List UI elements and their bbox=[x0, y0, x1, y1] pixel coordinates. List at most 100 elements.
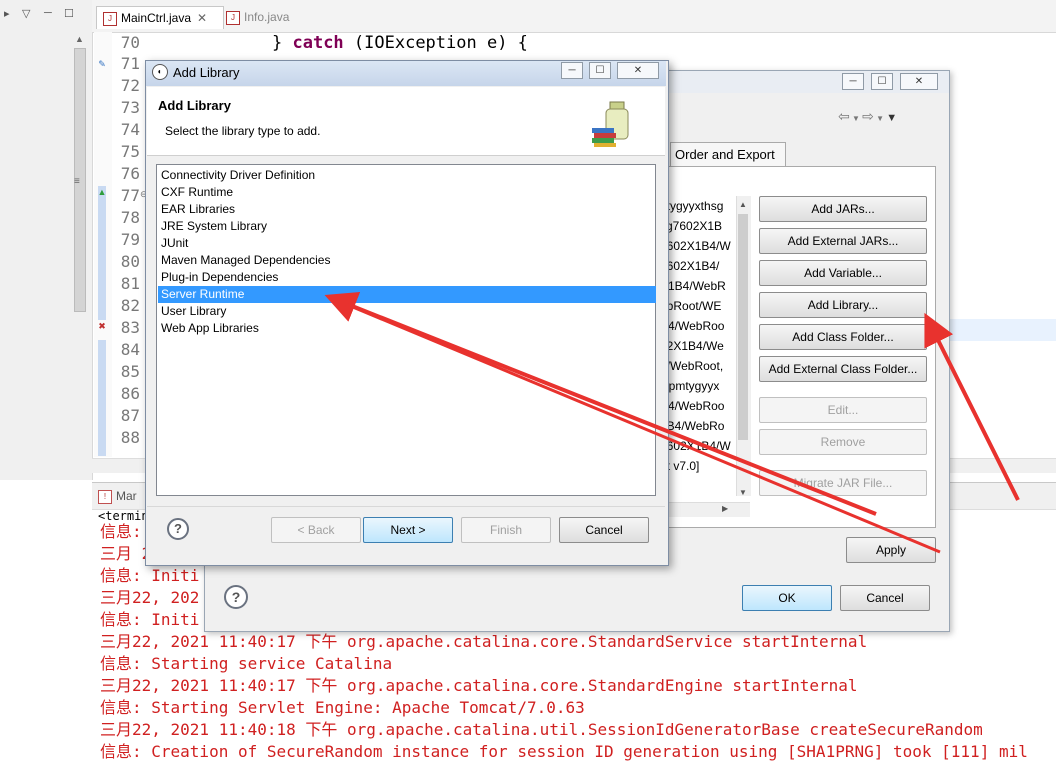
add-class-folder-button[interactable]: Add Class Folder... bbox=[759, 324, 927, 350]
minimize-icon[interactable]: ─ bbox=[44, 7, 52, 19]
list-item[interactable]: ot v7.0] bbox=[660, 456, 738, 476]
list-item[interactable]: jspmtygyyx bbox=[660, 376, 738, 396]
list-item[interactable]: B4/WebRoo bbox=[660, 316, 738, 336]
line-number: 84 bbox=[120, 340, 140, 359]
line-number: 77 bbox=[120, 186, 140, 205]
add-external-jars-button[interactable]: Add External JARs... bbox=[759, 228, 927, 254]
line-number: 76 bbox=[120, 164, 140, 183]
minimize-icon[interactable]: ─ bbox=[842, 73, 864, 90]
line-number: 88 bbox=[120, 428, 140, 447]
line-number: 85 bbox=[120, 362, 140, 381]
tab-label: Mar bbox=[116, 489, 137, 503]
console-line: 信息: Starting Servlet Engine: Apache Tomc… bbox=[100, 698, 585, 717]
list-item[interactable]: X1B4/WebR bbox=[660, 276, 738, 296]
list-item[interactable]: Maven Managed Dependencies bbox=[161, 252, 653, 269]
cancel-button[interactable]: Cancel bbox=[559, 517, 649, 543]
eclipse-icon: ◐ bbox=[152, 64, 168, 80]
tab-markers[interactable]: ! Mar bbox=[98, 487, 137, 505]
dropdown-icon[interactable]: ▼ bbox=[874, 114, 886, 123]
help-icon[interactable]: ? bbox=[224, 585, 248, 609]
console-line: 信息: bbox=[100, 522, 142, 541]
list-item[interactable]: ntygyyxthsg bbox=[660, 196, 738, 216]
list-item[interactable]: 7602X1B4/ bbox=[660, 256, 738, 276]
console-line: 三月22, 2021 11:40:18 下午 org.apache.catali… bbox=[100, 720, 983, 739]
next-button[interactable]: Next > bbox=[363, 517, 453, 543]
line-number: 71 bbox=[120, 54, 140, 73]
list-horizontal-scrollbar[interactable] bbox=[660, 502, 750, 517]
line-number: 75 bbox=[120, 142, 140, 161]
tab-info-java[interactable]: J Info.java bbox=[220, 6, 316, 28]
scroll-up-icon[interactable]: ▲ bbox=[739, 200, 747, 209]
view-menu-icon[interactable]: ▽ bbox=[22, 7, 30, 20]
apply-button[interactable]: Apply bbox=[846, 537, 936, 563]
back-arrow-icon[interactable]: ⇦ bbox=[838, 108, 850, 124]
cancel-button[interactable]: Cancel bbox=[840, 585, 930, 611]
forward-arrow-icon[interactable]: ⇨ bbox=[862, 108, 874, 124]
line-number: 86 bbox=[120, 384, 140, 403]
close-icon[interactable]: ✕ bbox=[197, 11, 207, 25]
add-variable-button[interactable]: Add Variable... bbox=[759, 260, 927, 286]
finish-button[interactable]: Finish bbox=[461, 517, 551, 543]
list-item[interactable]: User Library bbox=[161, 303, 653, 320]
left-view-toolbar: ▸ ▽ ─ ☐ bbox=[0, 0, 92, 30]
list-item[interactable]: ebRoot/WE bbox=[660, 296, 738, 316]
list-item[interactable]: 4/WebRoot, bbox=[660, 356, 738, 376]
dialog-title: Add Library bbox=[173, 65, 240, 80]
list-item[interactable]: JUnit bbox=[161, 235, 653, 252]
help-icon[interactable]: ? bbox=[167, 518, 189, 540]
current-line-highlight bbox=[940, 319, 1056, 341]
console-line: 信息: Starting service Catalina bbox=[100, 654, 393, 673]
minimize-icon[interactable]: ─ bbox=[561, 62, 583, 79]
code-text: } bbox=[272, 33, 293, 53]
scroll-up-icon[interactable]: ▲ bbox=[75, 34, 84, 44]
info-annotation-icon[interactable]: ✎ bbox=[96, 58, 108, 70]
close-icon[interactable]: ✕ bbox=[900, 73, 938, 90]
list-item[interactable]: 7602X1B4/W bbox=[660, 436, 738, 456]
list-item[interactable]: Plug-in Dependencies bbox=[161, 269, 653, 286]
tab-mainctrl-java[interactable]: J MainCtrl.java ✕ bbox=[96, 6, 224, 29]
list-item[interactable]: 7602X1B4/W bbox=[660, 236, 738, 256]
add-jars-button[interactable]: Add JARs... bbox=[759, 196, 927, 222]
view-menu-icon[interactable]: ▼ bbox=[886, 112, 897, 124]
error-marker-icon[interactable]: ✖ bbox=[96, 320, 108, 332]
add-library-button[interactable]: Add Library... bbox=[759, 292, 927, 318]
list-item-selected[interactable]: Server Runtime bbox=[158, 286, 656, 303]
close-icon[interactable]: ✕ bbox=[617, 62, 659, 79]
back-button[interactable]: < Back bbox=[271, 517, 361, 543]
list-item[interactable]: CXF Runtime bbox=[161, 184, 653, 201]
scroll-right-icon[interactable]: ▶ bbox=[722, 504, 728, 513]
console-line: 三月 2 bbox=[100, 544, 152, 563]
change-marker bbox=[98, 186, 106, 320]
list-item[interactable]: JRE System Library bbox=[161, 218, 653, 235]
list-item[interactable]: 1B4/WebRo bbox=[660, 416, 738, 436]
java-file-icon: J bbox=[103, 11, 117, 26]
edit-button[interactable]: Edit... bbox=[759, 397, 927, 423]
remove-button[interactable]: Remove bbox=[759, 429, 927, 455]
menu-icon[interactable]: ▸ bbox=[4, 7, 10, 20]
code-line-70[interactable]: } catch (IOException e) { bbox=[272, 33, 528, 53]
maximize-icon[interactable]: ☐ bbox=[64, 7, 74, 20]
console-line: 三月22, 202 bbox=[100, 588, 200, 607]
line-number: 70 bbox=[120, 33, 140, 52]
scroll-down-icon[interactable]: ▼ bbox=[739, 488, 747, 497]
add-external-class-folder-button[interactable]: Add External Class Folder... bbox=[759, 356, 927, 382]
override-triangle-icon[interactable]: ▲ bbox=[96, 186, 108, 198]
tab-order-and-export[interactable]: Order and Export bbox=[670, 142, 786, 167]
dropdown-icon[interactable]: ▼ bbox=[850, 114, 862, 123]
ok-button[interactable]: OK bbox=[742, 585, 832, 611]
line-number: 87 bbox=[120, 406, 140, 425]
maximize-icon[interactable]: ☐ bbox=[871, 73, 893, 90]
list-item[interactable]: Web App Libraries bbox=[161, 320, 653, 337]
library-type-list[interactable]: Connectivity Driver Definition CXF Runti… bbox=[156, 164, 656, 496]
list-item[interactable]: 02X1B4/We bbox=[660, 336, 738, 356]
wizard-heading: Add Library bbox=[158, 98, 231, 113]
list-item[interactable]: sg7602X1B bbox=[660, 216, 738, 236]
list-item[interactable]: EAR Libraries bbox=[161, 201, 653, 218]
migrate-jar-file-button[interactable]: Migrate JAR File... bbox=[759, 470, 927, 496]
list-item[interactable]: Connectivity Driver Definition bbox=[161, 167, 653, 184]
list-item[interactable]: B4/WebRoo bbox=[660, 396, 738, 416]
maximize-icon[interactable]: ☐ bbox=[589, 62, 611, 79]
console-line: 三月22, 2021 11:40:17 下午 org.apache.catali… bbox=[100, 632, 868, 651]
scrollbar-thumb[interactable] bbox=[738, 214, 748, 440]
keyword-catch: catch bbox=[292, 33, 344, 53]
